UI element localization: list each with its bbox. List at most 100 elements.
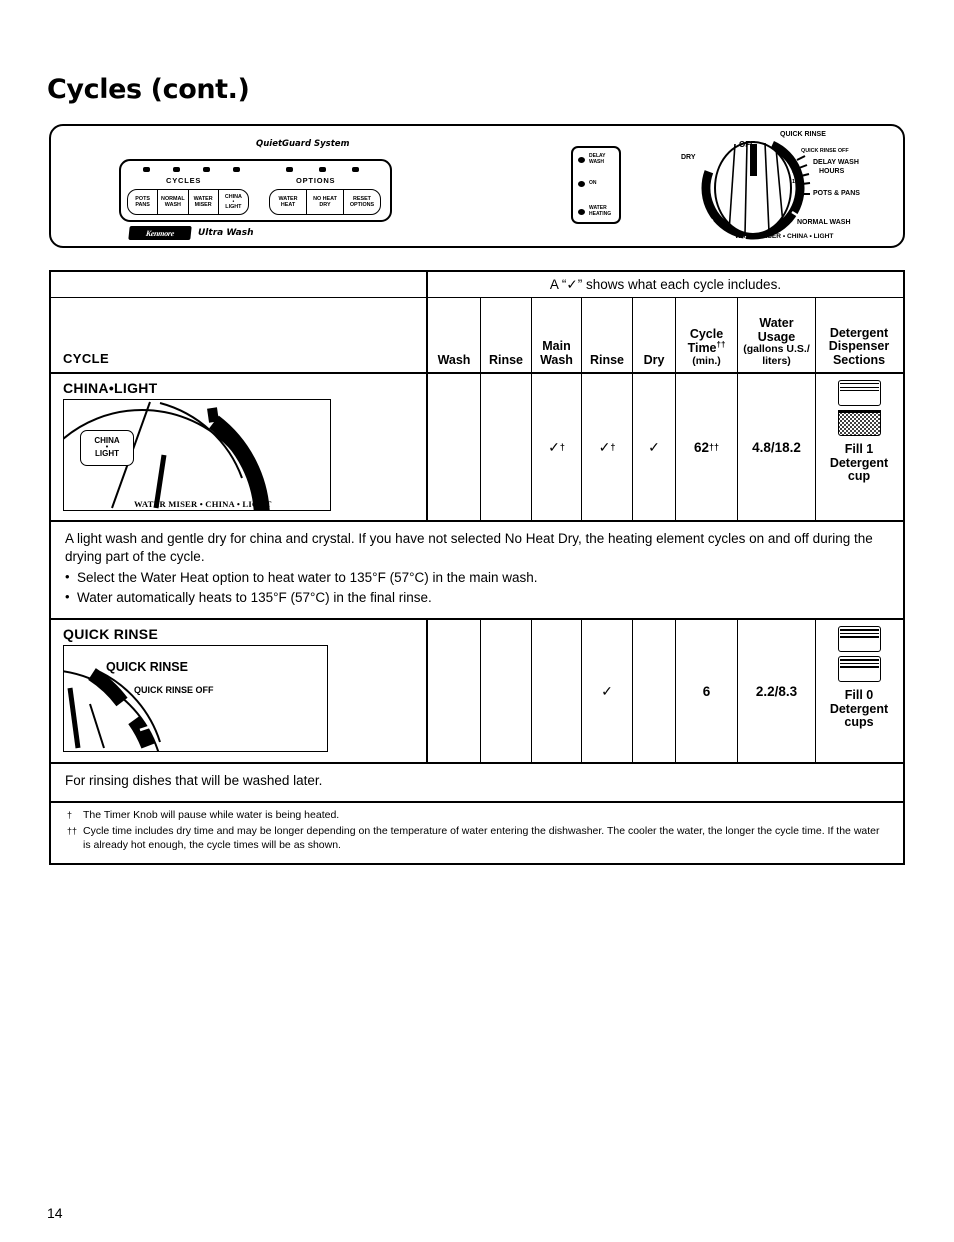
pad-china-light[interactable]: CHINA • LIGHT [219, 190, 248, 214]
on-light-icon [578, 181, 585, 187]
description-text: A light wash and gentle dry for china an… [65, 531, 873, 565]
cycle-cell-quick-rinse: QUICK RINSE QUICK RINSE QUICK RINSE OFF [51, 620, 428, 763]
column-header-rinse-2: Rinse [582, 298, 633, 372]
dial-label-pots-pans: POTS & PANS [813, 190, 860, 197]
cell-rinse-1 [481, 374, 532, 520]
pad-water-miser[interactable]: WATER MISER [189, 190, 219, 214]
page-title: Cycles (cont.) [47, 74, 250, 105]
dial-hour-3: 3 [792, 169, 796, 175]
option-led-2 [319, 167, 326, 172]
column-header-rinse-1: Rinse [481, 298, 532, 372]
dial-label-off: OFF [739, 140, 755, 149]
dial-hour-6: 6 [792, 159, 796, 165]
cycle-diagram-china-light: CHINA • LIGHT WATER MISER • CHINA • LIGH… [63, 399, 331, 511]
table-footnotes: † The Timer Knob will pause while water … [51, 801, 903, 863]
water-heating-light-icon [578, 208, 585, 215]
row-quick-rinse: QUICK RINSE QUICK RINSE QUICK RINSE OFF … [51, 618, 903, 801]
cycle-description-china-light: A light wash and gentle dry for china an… [51, 520, 903, 618]
column-header-main-wash: Main Wash [532, 298, 582, 372]
fill-caption: Fill 1 Detergent cup [829, 442, 889, 483]
cell-detergent-dispenser: Fill 0 Detergent cups [816, 620, 902, 762]
detergent-cup-upper-empty-icon [837, 380, 881, 406]
cell-cycle-time: 6 [676, 620, 738, 763]
detergent-cup-upper-empty-icon [837, 626, 881, 653]
pad-reset-options[interactable]: RESET OPTIONS [344, 190, 380, 214]
cycle-led-2 [173, 167, 180, 172]
footnote-single-dagger: † The Timer Knob will pause while water … [67, 809, 340, 822]
quietguard-system-label: QuietGuard System [256, 139, 350, 149]
table-header-top: A “✓” shows what each cycle includes. [51, 272, 903, 298]
column-header-detergent-dispenser: Detergent Dispenser Sections [828, 325, 890, 367]
row-china-light: CHINA•LIGHT CHINA • LIGHT WATER MISER • … [51, 372, 903, 618]
table-row: CHINA•LIGHT CHINA • LIGHT WATER MISER • … [51, 374, 903, 520]
cell-detergent-dispenser: Fill 1 Detergent cup [816, 374, 902, 520]
control-panel-illustration: QuietGuard System CYCLES OPTIONS POTS PA… [49, 124, 905, 248]
cell-wash [428, 374, 481, 520]
indicator-light-panel: DELAY WASH ON WATER HEATING [571, 146, 621, 224]
footnote-double-dagger: †† Cycle time includes dry time and may … [67, 825, 880, 852]
column-header-water-usage: Water Usage (gallons U.S./ liters) [738, 298, 816, 372]
cycle-cell-china-light: CHINA•LIGHT CHINA • LIGHT WATER MISER • … [51, 374, 428, 520]
description-text: For rinsing dishes that will be washed l… [65, 773, 323, 789]
dial-label-dry: DRY [681, 154, 696, 161]
detergent-cup-lower-empty-icon [837, 656, 881, 683]
column-header-cycle: CYCLE [51, 298, 428, 372]
option-pad-row[interactable]: WATER HEAT NO HEAT DRY RESET OPTIONS [269, 189, 381, 215]
dial-diagram-graphic [64, 668, 161, 752]
column-header-dry: Dry [633, 298, 676, 372]
indicator-delay-wash: DELAY WASH [578, 153, 606, 165]
pad-normal-wash[interactable]: NORMAL WASH [158, 190, 189, 214]
dial-label-bottom: WATER MISER • CHINA • LIGHT [735, 233, 834, 240]
manual-page: Cycles (cont.) QuietGuard System CYCLES … [0, 0, 954, 1242]
cycle-description-quick-rinse: For rinsing dishes that will be washed l… [51, 762, 903, 801]
table-header-columns: CYCLE Wash Rinse Main Wash Rinse Dry Cyc… [51, 298, 903, 372]
option-led-1 [286, 167, 293, 172]
pad-no-heat-dry[interactable]: NO HEAT DRY [307, 190, 344, 214]
cell-main-wash [532, 620, 582, 763]
cell-cycle-time: 62 †† [676, 374, 738, 520]
cell-water-usage: 2.2/8.3 [738, 620, 816, 763]
cell-wash [428, 620, 481, 763]
table-row: QUICK RINSE QUICK RINSE QUICK RINSE OFF … [51, 620, 903, 763]
pad-pots-pans[interactable]: POTS PANS [128, 190, 159, 214]
cell-rinse-2: ✓ † [582, 374, 633, 520]
diagram-label-quick-rinse: QUICK RINSE [106, 660, 188, 675]
cycle-led-3 [203, 167, 210, 172]
bullet-item: Water automatically heats to 135°F (57°C… [65, 588, 889, 607]
dial-label-hours: HOURS [819, 168, 845, 175]
cycle-name: CHINA•LIGHT [63, 380, 158, 396]
column-header-cycle-time: Cycle Time†† (min.) [676, 298, 738, 372]
cell-water-usage: 4.8/18.2 [738, 374, 816, 520]
header-spacer [51, 272, 428, 297]
pad-water-heat[interactable]: WATER HEAT [270, 190, 307, 214]
dial-label-normal-wash: NORMAL WASH [797, 219, 851, 226]
cycle-diagram-quick-rinse: QUICK RINSE QUICK RINSE OFF [63, 645, 328, 753]
dial-label-quick-rinse-off: QUICK RINSE OFF [801, 148, 849, 154]
cycle-name: QUICK RINSE [63, 626, 159, 643]
ultra-wash-label: Ultra Wash [198, 228, 254, 238]
cell-main-wash: ✓ † [532, 374, 582, 520]
cell-rinse-1 [481, 620, 532, 763]
cell-rinse-2: ✓ [582, 620, 633, 763]
diagram-label-quick-rinse-off: QUICK RINSE OFF [134, 685, 214, 696]
description-bullets: Select the Water Heat option to heat wat… [65, 568, 889, 607]
cycle-led-1 [143, 167, 150, 172]
timer-knob-dial[interactable]: DRY OFF QUICK RINSE QUICK RINSE OFF 6 3 … [679, 126, 905, 246]
page-number: 14 [47, 1205, 63, 1221]
diagram-pad-china-light: CHINA • LIGHT [80, 430, 134, 466]
fill-caption: Fill 0 Detergent cups [829, 688, 889, 730]
cycles-group-label: CYCLES [166, 176, 202, 185]
cell-dry [633, 620, 676, 763]
column-header-wash: Wash [428, 298, 481, 372]
indicator-on: ON [578, 181, 597, 187]
cycle-pad-row[interactable]: POTS PANS NORMAL WASH WATER MISER CHINA … [127, 189, 249, 215]
dial-label-delay-wash: DELAY WASH [813, 159, 859, 166]
options-group-label: OPTIONS [296, 176, 336, 185]
kenmore-logo: Kenmore [128, 226, 192, 240]
cycles-table: A “✓” shows what each cycle includes. CY… [49, 270, 905, 866]
dial-label-quick-rinse: QUICK RINSE [780, 131, 826, 138]
diagram-caption: WATER MISER • CHINA • LIGHT [134, 499, 272, 509]
includes-note: A “✓” shows what each cycle includes. [549, 277, 782, 292]
option-led-3 [352, 167, 359, 172]
cell-dry: ✓ [633, 374, 676, 520]
